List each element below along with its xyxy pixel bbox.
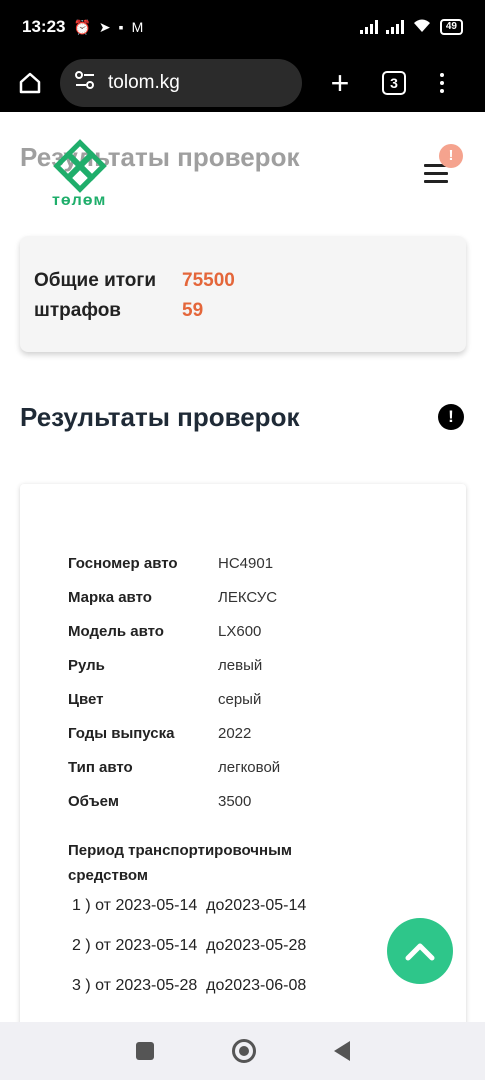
status-time: 13:23 <box>22 17 66 36</box>
info-icon[interactable]: ! <box>438 404 464 430</box>
vehicle-row: Тип авто легковой <box>68 758 281 776</box>
vehicle-row: Годы выпуска 2022 <box>68 724 252 742</box>
wifi-icon <box>412 17 432 38</box>
alarm-icon: ⏰ <box>73 18 91 35</box>
new-tab-button[interactable]: + <box>322 65 358 101</box>
status-bar: 13:23 ⏰ ➤ ▪ M 49 <box>0 0 485 54</box>
home-nav-button[interactable] <box>231 1039 256 1063</box>
mail-icon: M <box>131 18 144 35</box>
vehicle-row: Руль левый <box>68 656 263 674</box>
hamburger-menu-icon[interactable] <box>424 164 448 188</box>
vehicle-row: Госномер авто HC4901 <box>68 554 274 572</box>
telegram-icon: ➤ <box>98 18 111 35</box>
period-title: Период транспортировочным средством <box>68 842 292 884</box>
totals-card: Общие итоги штрафов 75500 59 <box>20 236 466 352</box>
message-icon: ▪ <box>118 18 124 35</box>
url-text: tolom.kg <box>108 72 180 93</box>
home-button[interactable] <box>12 65 48 101</box>
notification-badge[interactable]: ! <box>439 144 463 168</box>
vehicle-row: Модель авто LX600 <box>68 622 262 640</box>
vehicle-row: Марка авто ЛЕКСУС <box>68 588 278 606</box>
signal-icon-2 <box>385 20 404 34</box>
battery-icon: 49 <box>439 19 463 35</box>
totals-label: Общие итоги штрафов <box>34 270 157 321</box>
home-icon <box>19 72 41 94</box>
site-settings-icon[interactable] <box>74 70 96 96</box>
vehicle-row: Цвет серый <box>68 690 262 708</box>
vehicle-info: Госномер авто HC4901 Марка авто ЛЕКСУС Мод… <box>68 546 280 818</box>
section-title: Результаты проверок <box>20 402 300 432</box>
back-button[interactable] <box>333 1041 350 1061</box>
period-item: 2 ) от 2023-05-14 до2023-05-28 <box>72 937 307 954</box>
logo-text: төлөм <box>52 192 107 209</box>
notification-icons: ⏰ ➤ ▪ M <box>73 19 143 36</box>
system-nav-bar <box>0 1022 485 1080</box>
page-content: Результаты проверок төлөм ! Общие итоги … <box>0 112 485 1022</box>
period-list: 1 ) от 2023-05-14 до2023-05-14 2 ) от 20… <box>72 896 306 1016</box>
tab-switcher-button[interactable]: 3 <box>382 71 406 95</box>
chevron-up-icon <box>405 943 435 961</box>
more-menu-icon[interactable] <box>440 73 444 93</box>
totals-amount: 75500 <box>182 270 235 291</box>
period-item: 1 ) от 2023-05-14 до2023-05-14 <box>72 897 307 914</box>
totals-count: 59 <box>182 300 204 321</box>
scroll-to-top-button[interactable] <box>387 918 453 984</box>
recents-button[interactable] <box>135 1042 154 1060</box>
period-item: 3 ) от 2023-05-28 до2023-06-08 <box>72 977 307 994</box>
signal-icon <box>359 20 378 34</box>
browser-toolbar: tolom.kg + 3 <box>0 54 485 112</box>
vehicle-row: Объем 3500 <box>68 792 252 810</box>
address-bar[interactable]: tolom.kg <box>60 59 302 107</box>
